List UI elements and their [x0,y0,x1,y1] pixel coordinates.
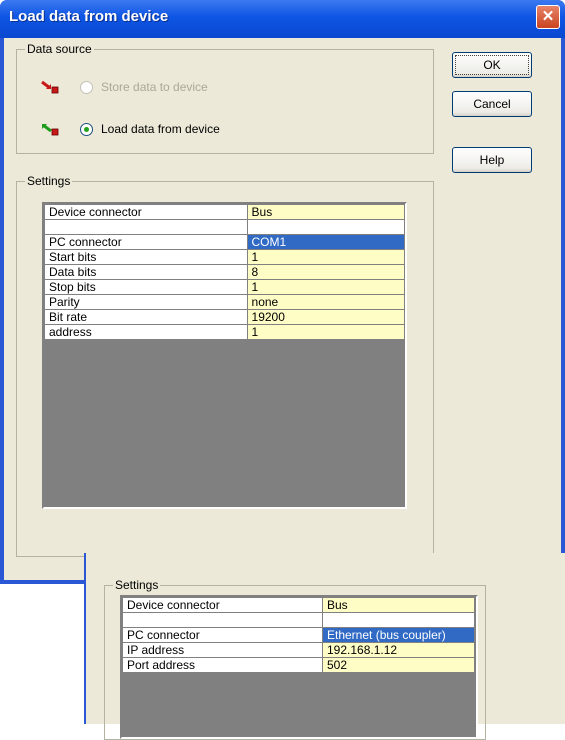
settings-grid-2[interactable]: Device connector Bus PC connector Ethernet … [120,595,478,739]
device-read-icon [42,123,59,136]
help-button[interactable]: Help [452,147,532,173]
settings-row[interactable]: Stop bits 1 [44,279,406,295]
settings-row[interactable]: IP address 192.168.1.12 [122,642,475,658]
setting-value-cell[interactable]: Bus [322,597,475,613]
setting-value-cell[interactable]: 502 [322,657,475,673]
setting-name-cell: Device connector [122,597,323,613]
setting-name-cell: Parity [44,294,248,310]
setting-name-cell: Start bits [44,249,248,265]
setting-name-cell: Port address [122,657,323,673]
dialog-window: Load data from device ✕ Data source Stor… [0,0,565,584]
ok-button-label: OK [455,55,529,75]
window-title: Load data from device [9,8,169,25]
setting-value-cell[interactable]: 192.168.1.12 [322,642,475,658]
settings-grid[interactable]: Device connector Bus PC connector COM1 Start… [42,202,407,509]
store-option-row: Store data to device [40,78,208,96]
load-radio-label: Load data from device [101,122,220,136]
setting-value-cell[interactable]: Bus [246,204,406,220]
close-icon[interactable]: ✕ [536,5,560,29]
settings-row[interactable] [122,612,475,628]
setting-name-cell: PC connector [122,627,323,643]
setting-value-cell-selected[interactable]: COM1 [246,234,406,250]
store-radio-label: Store data to device [101,80,208,94]
settings-row[interactable]: PC connector COM1 [44,234,406,250]
settings-row[interactable]: Device connector Bus [122,597,475,613]
settings-row[interactable] [44,219,406,235]
settings-ethernet-panel: Settings Device connector Bus PC connector… [84,553,565,740]
setting-value-cell[interactable]: none [246,294,406,310]
data-source-legend: Data source [27,42,92,56]
setting-value-cell[interactable] [246,219,406,235]
settings-row[interactable]: Port address 502 [122,657,475,673]
settings-row[interactable]: PC connector Ethernet (bus coupler) [122,627,475,643]
ok-button[interactable]: OK [452,52,532,78]
setting-name-cell [44,219,248,235]
setting-value-cell[interactable]: 1 [246,279,406,295]
setting-value-cell[interactable]: 1 [246,324,406,340]
cancel-button[interactable]: Cancel [452,91,532,117]
setting-name-cell: Data bits [44,264,248,280]
settings-legend: Settings [27,174,71,188]
settings-row[interactable]: Bit rate 19200 [44,309,406,325]
store-radio[interactable] [80,80,93,94]
settings-row[interactable]: Device connector Bus [44,204,406,220]
setting-name-cell [122,612,323,628]
setting-name-cell: Stop bits [44,279,248,295]
load-option-row: Load data from device [40,120,220,138]
settings-row[interactable]: Data bits 8 [44,264,406,280]
setting-name-cell: PC connector [44,234,248,250]
setting-value-cell-selected[interactable]: Ethernet (bus coupler) [322,627,475,643]
settings-row[interactable]: Start bits 1 [44,249,406,265]
setting-name-cell: address [44,324,248,340]
setting-name-cell: Bit rate [44,309,248,325]
setting-name-cell: IP address [122,642,323,658]
setting-value-cell[interactable]: 1 [246,249,406,265]
settings-table-2: Device connector Bus PC connector Ethernet … [122,597,475,673]
setting-value-cell[interactable]: 19200 [246,309,406,325]
setting-value-cell[interactable]: 8 [246,264,406,280]
title-bar[interactable]: Load data from device ✕ [0,0,565,38]
setting-value-cell[interactable] [322,612,475,628]
radio-selected-dot [84,126,89,132]
dialog-client-area: Data source Store data to device Load da… [4,38,561,580]
settings-table: Device connector Bus PC connector COM1 Start… [44,204,406,340]
setting-name-cell: Device connector [44,204,248,220]
settings-row[interactable]: address 1 [44,324,406,340]
settings-legend-2: Settings [115,578,159,592]
device-write-icon [41,80,59,94]
load-radio[interactable] [80,122,93,136]
settings-row[interactable]: Parity none [44,294,406,310]
